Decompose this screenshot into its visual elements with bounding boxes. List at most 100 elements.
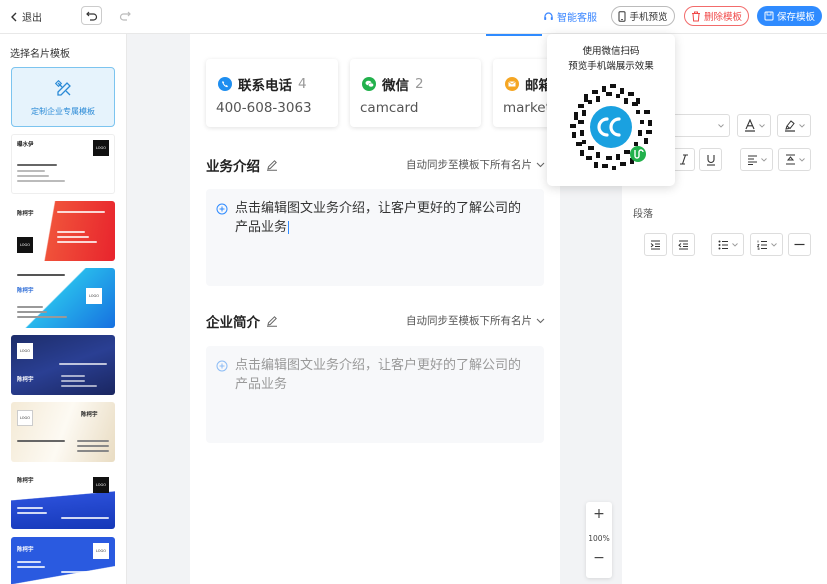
template-name: 陈柯宇 bbox=[17, 377, 34, 383]
contact-count: 4 bbox=[298, 76, 307, 92]
template-name: 曝水伊 bbox=[17, 142, 34, 148]
underline-button[interactable] bbox=[699, 148, 722, 171]
back-button[interactable]: 退出 bbox=[10, 9, 42, 24]
vertical-align-button[interactable] bbox=[778, 148, 811, 171]
bullet-list-button[interactable] bbox=[711, 233, 744, 256]
auto-sync-toggle-business[interactable]: 自动同步至模板下所有名片 bbox=[406, 157, 545, 172]
preview-label: 手机预览 bbox=[629, 12, 668, 23]
indent-decrease-icon bbox=[678, 240, 688, 249]
zoom-out-button[interactable]: − bbox=[586, 550, 612, 566]
qr-preview-popup: 使用微信扫码 预览手机端展示效果 bbox=[547, 34, 675, 186]
section-title-text: 企业简介 bbox=[206, 315, 260, 331]
chevron-down-icon bbox=[536, 162, 545, 167]
template-thumbnail-7[interactable]: 陈柯宇 LOGO bbox=[11, 537, 115, 584]
template-name: 陈柯宇 bbox=[17, 288, 34, 294]
italic-button[interactable] bbox=[672, 148, 695, 171]
add-circle-icon[interactable] bbox=[216, 203, 228, 215]
chevron-down-icon bbox=[798, 157, 805, 162]
template-thumbnail-5[interactable]: LOGO 陈柯宇 bbox=[11, 402, 115, 462]
contact-value: 400-608-3063 bbox=[216, 100, 312, 116]
indent-increase-button[interactable] bbox=[644, 233, 667, 256]
template-thumbnail-1[interactable]: 曝水伊 LOGO bbox=[11, 134, 115, 194]
font-size-select[interactable] bbox=[672, 114, 730, 137]
smart-service-link[interactable]: 智能客服 bbox=[543, 9, 597, 24]
contact-label: 微信 bbox=[382, 78, 409, 94]
business-intro-editor[interactable]: 点击编辑图文业务介绍，让客户更好的了解公司的产品业务 bbox=[206, 189, 544, 286]
mobile-preview-button[interactable]: 手机预览 bbox=[611, 6, 675, 26]
edit-pencil-icon[interactable] bbox=[266, 315, 278, 327]
template-logo: LOGO bbox=[86, 288, 102, 304]
text-cursor bbox=[288, 221, 290, 234]
miniprogram-qr-code bbox=[565, 81, 657, 173]
business-intro-text: 点击编辑图文业务介绍，让客户更好的了解公司的产品业务 bbox=[235, 201, 522, 235]
numbered-list-icon bbox=[756, 240, 767, 250]
chevron-down-icon bbox=[731, 242, 738, 247]
template-sidebar: 选择名片模板 定制企业专属模板 曝水伊 LOGO 陈柯宇 LOGO 陈柯宇 LO… bbox=[0, 34, 127, 584]
template-logo: LOGO bbox=[93, 477, 109, 493]
auto-sync-toggle-company[interactable]: 自动同步至模板下所有名片 bbox=[406, 313, 545, 328]
add-circle-icon[interactable] bbox=[216, 360, 228, 372]
company-intro-text: 点击编辑图文业务介绍，让客户更好的了解公司的产品业务 bbox=[235, 358, 522, 392]
zoom-control: + 100% − bbox=[586, 502, 612, 578]
highlighter-icon bbox=[784, 120, 795, 132]
align-button[interactable] bbox=[740, 148, 773, 171]
redo-button[interactable] bbox=[115, 6, 134, 25]
delete-label: 删除模板 bbox=[703, 12, 742, 23]
phone-icon bbox=[218, 77, 232, 91]
vertical-align-icon bbox=[785, 154, 795, 165]
sync-label: 自动同步至模板下所有名片 bbox=[406, 315, 532, 327]
save-icon bbox=[764, 11, 774, 21]
zoom-level: 100% bbox=[588, 534, 610, 543]
qr-instruction-line1: 使用微信扫码 bbox=[582, 46, 640, 57]
active-tab-indicator bbox=[486, 34, 542, 36]
paragraph-label: 段落 bbox=[633, 209, 653, 220]
card-editor-canvas: 联系电话 4 400-608-3063 微信 2 camcard 邮箱 mark… bbox=[190, 34, 573, 584]
save-label: 保存模板 bbox=[776, 12, 815, 23]
horizontal-rule-button[interactable] bbox=[788, 233, 811, 256]
delete-template-button[interactable]: 删除模板 bbox=[684, 6, 749, 26]
undo-icon bbox=[85, 11, 97, 21]
edit-pencil-icon[interactable] bbox=[266, 159, 278, 171]
pencil-ruler-icon bbox=[55, 80, 71, 96]
headset-icon bbox=[544, 12, 553, 20]
contact-value: camcard bbox=[360, 100, 419, 116]
indent-decrease-button[interactable] bbox=[672, 233, 695, 256]
template-logo: LOGO bbox=[93, 543, 109, 559]
save-template-button[interactable]: 保存模板 bbox=[757, 6, 822, 26]
section-title-business: 业务介绍 bbox=[206, 155, 278, 175]
custom-enterprise-template[interactable]: 定制企业专属模板 bbox=[11, 67, 115, 127]
chevron-down-icon bbox=[718, 123, 724, 128]
email-icon bbox=[505, 77, 519, 91]
service-label: 智能客服 bbox=[557, 13, 597, 24]
template-thumbnail-6[interactable]: 陈柯宇 LOGO bbox=[11, 469, 115, 529]
template-logo: LOGO bbox=[93, 140, 109, 156]
chevron-down-icon bbox=[536, 318, 545, 323]
back-label: 退出 bbox=[22, 13, 42, 24]
chevron-left-icon bbox=[11, 12, 17, 21]
undo-button[interactable] bbox=[81, 6, 102, 25]
template-logo: LOGO bbox=[17, 237, 33, 253]
company-intro-editor[interactable]: 点击编辑图文业务介绍，让客户更好的了解公司的产品业务 bbox=[206, 346, 544, 443]
chevron-down-icon bbox=[758, 123, 765, 128]
template-thumbnail-4[interactable]: LOGO 陈柯宇 bbox=[11, 335, 115, 395]
sidebar-title: 选择名片模板 bbox=[10, 49, 70, 60]
font-color-button[interactable] bbox=[737, 114, 771, 137]
sync-label: 自动同步至模板下所有名片 bbox=[406, 159, 532, 171]
template-name: 陈柯宇 bbox=[81, 412, 98, 418]
zoom-in-button[interactable]: + bbox=[586, 506, 612, 522]
numbered-list-button[interactable] bbox=[750, 233, 783, 256]
chevron-down-icon bbox=[760, 157, 767, 162]
template-thumbnail-2[interactable]: 陈柯宇 LOGO bbox=[11, 201, 115, 261]
template-name: 陈柯宇 bbox=[17, 547, 34, 553]
contact-card-phone[interactable]: 联系电话 4 400-608-3063 bbox=[206, 59, 338, 127]
redo-icon bbox=[119, 11, 131, 21]
template-name: 陈柯宇 bbox=[17, 211, 34, 217]
font-color-icon bbox=[744, 119, 755, 132]
template-thumbnail-3[interactable]: 陈柯宇 LOGO bbox=[11, 268, 115, 328]
template-logo: LOGO bbox=[17, 343, 33, 359]
wechat-icon bbox=[362, 77, 376, 91]
highlight-color-button[interactable] bbox=[777, 114, 811, 137]
align-left-icon bbox=[747, 155, 757, 165]
contact-card-wechat[interactable]: 微信 2 camcard bbox=[350, 59, 481, 127]
bullet-list-icon bbox=[718, 240, 728, 249]
